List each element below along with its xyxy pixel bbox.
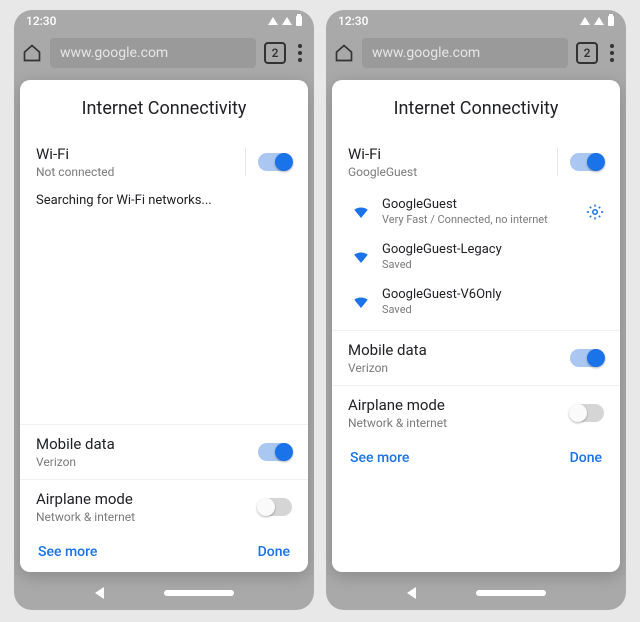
battery-icon	[608, 16, 614, 26]
wifi-sub: Not connected	[36, 165, 114, 179]
phone-left: 12:30 www.google.com 2 Internet Connecti…	[14, 10, 314, 610]
tab-count-button[interactable]: 2	[264, 42, 286, 64]
tab-count: 2	[584, 46, 591, 60]
mobile-toggle[interactable]	[570, 349, 604, 367]
sheet-footer: See more Done	[20, 534, 308, 566]
tab-count-button[interactable]: 2	[576, 42, 598, 64]
home-pill[interactable]	[476, 590, 546, 596]
wifi-row[interactable]: Wi-Fi Not connected	[20, 135, 308, 189]
url-bar[interactable]: www.google.com	[362, 38, 568, 68]
wifi-status-icon	[580, 17, 590, 25]
status-time: 12:30	[26, 14, 56, 28]
mobile-data-row[interactable]: Mobile data Verizon	[332, 330, 620, 385]
wifi-label: Wi-Fi	[348, 145, 417, 163]
tab-count: 2	[272, 46, 279, 60]
sheet-title: Internet Connectivity	[332, 80, 620, 135]
network-detail: Saved	[382, 258, 604, 271]
mobile-label: Mobile data	[36, 435, 115, 453]
browser-toolbar: www.google.com 2	[14, 32, 314, 74]
airplane-row[interactable]: Airplane mode Network & internet	[20, 479, 308, 534]
wifi-status-icon	[268, 17, 278, 25]
wifi-label: Wi-Fi	[36, 145, 114, 163]
overflow-menu-icon[interactable]	[606, 40, 618, 66]
mobile-data-row[interactable]: Mobile data Verizon	[20, 424, 308, 479]
connectivity-sheet: Internet Connectivity Wi-Fi Not connecte…	[20, 80, 308, 572]
wifi-toggle[interactable]	[570, 153, 604, 171]
wifi-network-item[interactable]: GoogleGuest-V6Only Saved	[332, 279, 620, 324]
back-button-icon[interactable]	[95, 587, 104, 599]
home-icon[interactable]	[334, 43, 354, 63]
browser-toolbar: www.google.com 2	[326, 32, 626, 74]
back-button-icon[interactable]	[407, 587, 416, 599]
divider	[557, 148, 558, 176]
home-pill[interactable]	[164, 590, 234, 596]
signal-status-icon	[282, 17, 292, 25]
see-more-button[interactable]: See more	[38, 544, 97, 560]
done-button[interactable]: Done	[570, 450, 602, 466]
wifi-network-item[interactable]: GoogleGuest-Legacy Saved	[332, 234, 620, 279]
url-bar[interactable]: www.google.com	[50, 38, 256, 68]
airplane-sub: Network & internet	[348, 416, 447, 430]
airplane-toggle[interactable]	[570, 404, 604, 422]
network-detail: Saved	[382, 303, 604, 316]
airplane-label: Airplane mode	[348, 396, 447, 414]
mobile-sub: Verizon	[348, 361, 427, 375]
connectivity-sheet: Internet Connectivity Wi-Fi GoogleGuest …	[332, 80, 620, 572]
network-name: GoogleGuest-V6Only	[382, 287, 604, 302]
mobile-label: Mobile data	[348, 341, 427, 359]
status-bar: 12:30	[326, 10, 626, 32]
url-text: www.google.com	[372, 45, 480, 61]
nav-bar	[326, 576, 626, 610]
wifi-searching-text: Searching for Wi-Fi networks...	[20, 189, 308, 226]
url-text: www.google.com	[60, 45, 168, 61]
see-more-button[interactable]: See more	[350, 450, 409, 466]
divider	[245, 148, 246, 176]
signal-status-icon	[594, 17, 604, 25]
spacer	[20, 226, 308, 424]
sheet-title: Internet Connectivity	[20, 80, 308, 135]
gear-icon[interactable]	[586, 203, 604, 221]
status-icons	[580, 16, 614, 26]
wifi-network-list: GoogleGuest Very Fast / Connected, no in…	[332, 189, 620, 330]
sheet-footer: See more Done	[332, 440, 620, 472]
wifi-network-item[interactable]: GoogleGuest Very Fast / Connected, no in…	[332, 189, 620, 234]
phone-right: 12:30 www.google.com 2 Internet Connecti…	[326, 10, 626, 610]
wifi-icon	[352, 203, 370, 221]
network-name: GoogleGuest-Legacy	[382, 242, 604, 257]
status-time: 12:30	[338, 14, 368, 28]
wifi-icon	[352, 293, 370, 311]
home-icon[interactable]	[22, 43, 42, 63]
nav-bar	[14, 576, 314, 610]
airplane-toggle[interactable]	[258, 498, 292, 516]
airplane-row[interactable]: Airplane mode Network & internet	[332, 385, 620, 440]
wifi-toggle[interactable]	[258, 153, 292, 171]
page-backdrop: Internet Connectivity Wi-Fi Not connecte…	[14, 74, 314, 610]
wifi-sub: GoogleGuest	[348, 165, 417, 179]
status-bar: 12:30	[14, 10, 314, 32]
overflow-menu-icon[interactable]	[294, 40, 306, 66]
mobile-toggle[interactable]	[258, 443, 292, 461]
mobile-sub: Verizon	[36, 455, 115, 469]
network-name: GoogleGuest	[382, 197, 574, 212]
network-detail: Very Fast / Connected, no internet	[382, 213, 574, 226]
airplane-sub: Network & internet	[36, 510, 135, 524]
battery-icon	[296, 16, 302, 26]
done-button[interactable]: Done	[258, 544, 290, 560]
wifi-row[interactable]: Wi-Fi GoogleGuest	[332, 135, 620, 189]
airplane-label: Airplane mode	[36, 490, 135, 508]
wifi-icon	[352, 248, 370, 266]
page-backdrop: Internet Connectivity Wi-Fi GoogleGuest …	[326, 74, 626, 610]
status-icons	[268, 16, 302, 26]
